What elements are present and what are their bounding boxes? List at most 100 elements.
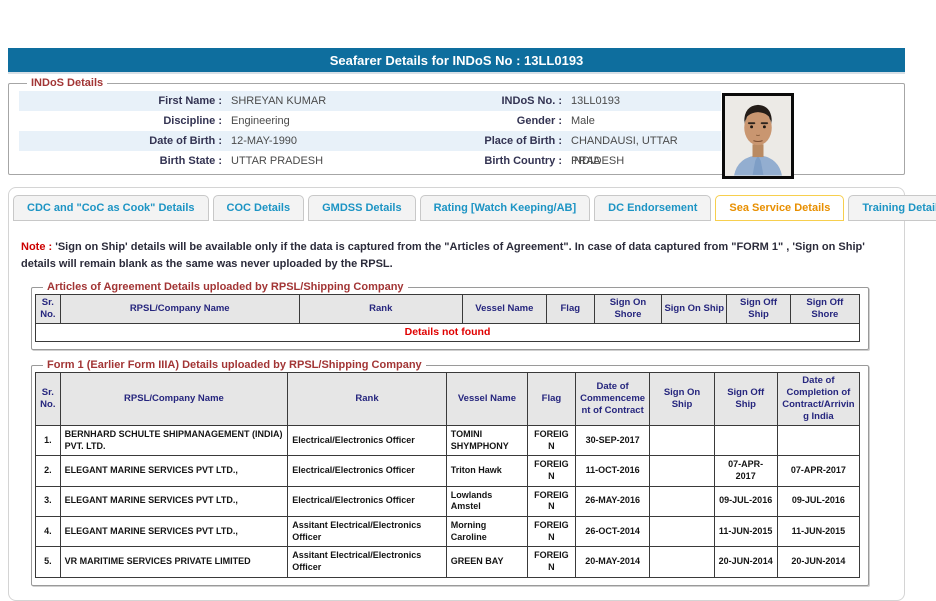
column-header: Date of Commencement of Contract (574, 372, 651, 426)
indos-details-section: INDoS Details First Name : SHREYAN KUMAR I… (8, 77, 905, 179)
aoa-header-row: Sr. No. RPSL/Company Name Rank Vessel Name F… (35, 294, 861, 324)
table-cell: Triton Hawk (445, 455, 529, 487)
details-row: Birth State : UTTAR PRADESH Birth Country … (19, 151, 721, 171)
note-text: Note : 'Sign on Ship' details will be av… (21, 239, 892, 272)
note-body: 'Sign on Ship' details will be available… (21, 241, 865, 270)
column-header: Vessel Name (461, 294, 547, 324)
table-cell: 20-JUN-2014 (713, 546, 778, 578)
table-cell: ELEGANT MARINE SERVICES PVT LTD., (59, 516, 289, 548)
tab-list: CDC and "CoC as Cook" Details COC Details… (9, 195, 936, 221)
form1-section: Form 1 (Earlier Form IIIA) Details uploa… (31, 359, 869, 586)
table-cell (649, 455, 715, 487)
detail-label: First Name : (158, 95, 222, 107)
detail-value: UTTAR PRADESH (231, 155, 324, 167)
column-header: Sign On Shore (593, 294, 663, 324)
table-cell: 1. (35, 424, 61, 457)
tab-rating-watch-keeping-ab[interactable]: Rating [Watch Keeping/AB] (419, 195, 591, 221)
table-cell (649, 516, 715, 548)
empty-message: Details not found (35, 322, 860, 343)
detail-label: Date of Birth : (149, 135, 222, 147)
note-prefix: Note : (21, 241, 53, 253)
column-header: RPSL/Company Name (59, 372, 289, 426)
tab-training-details[interactable]: Training Details (848, 195, 936, 221)
table-cell: 09-JUL-2016 (776, 485, 861, 518)
detail-label: Birth State : (159, 155, 222, 167)
table-row: 1. BERNHARD SCHULTE SHIPMANAGEMENT (INDIA… (35, 424, 861, 457)
detail-value: Male (571, 115, 595, 127)
table-row: 3. ELEGANT MARINE SERVICES PVT LTD., Elect… (35, 485, 861, 518)
table-cell: 20-MAY-2014 (574, 546, 651, 578)
indos-details-legend: INDoS Details (31, 77, 104, 89)
aoa-table: Sr. No. RPSL/Company Name Rank Vessel Name F… (35, 294, 861, 343)
table-cell: FOREIGN (527, 516, 576, 548)
table-cell: ELEGANT MARINE SERVICES PVT LTD., (59, 485, 289, 518)
table-cell: Morning Caroline (445, 516, 529, 548)
table-row: 4. ELEGANT MARINE SERVICES PVT LTD., Assit… (35, 516, 861, 548)
column-header: Sign Off Shore (789, 294, 861, 324)
table-cell: Assitant Electrical/Electronics Officer (287, 516, 447, 548)
table-row: 5. VR MARITIME SERVICES PRIVATE LIMITED As… (35, 546, 861, 578)
column-header: Rank (298, 294, 463, 324)
seafarer-photo-graphic (725, 96, 791, 176)
indos-details-rows: First Name : SHREYAN KUMAR INDoS No. : 13LL… (19, 91, 721, 171)
detail-value: CHANDAUSI, UTTAR PRADESH (571, 135, 678, 167)
table-cell: GREEN BAY (445, 546, 529, 578)
column-header: Date of Completion of Contract/Arriving … (776, 372, 861, 426)
table-cell: BERNHARD SCHULTE SHIPMANAGEMENT (INDIA) … (59, 424, 289, 457)
table-cell: FOREIGN (527, 485, 576, 518)
table-row: Details not found (35, 322, 860, 343)
articles-of-agreement-legend: Articles of Agreement Details uploaded b… (47, 281, 404, 293)
table-cell: 07-APR-2017 (713, 455, 778, 487)
column-header: Sr. No. (35, 372, 61, 426)
table-cell: Electrical/Electronics Officer (287, 485, 447, 518)
detail-label: INDoS No. : (501, 95, 563, 107)
detail-value: 12-MAY-1990 (231, 135, 298, 147)
detail-label: Birth Country : (484, 155, 562, 167)
column-header: Sign On Ship (661, 294, 728, 324)
column-header: Flag (545, 294, 595, 324)
tab-cdc-and-coc-as-cook-details[interactable]: CDC and "CoC as Cook" Details (13, 195, 209, 221)
tab-sea-service-details[interactable]: Sea Service Details (715, 195, 845, 221)
table-cell: 26-OCT-2014 (574, 516, 651, 548)
tab-coc-details[interactable]: COC Details (212, 195, 305, 221)
column-header: Sign On Ship (649, 372, 715, 426)
details-row: Discipline : Engineering Gender : Male (19, 111, 721, 131)
column-header: Rank (287, 372, 447, 426)
table-cell: Electrical/Electronics Officer (287, 455, 447, 487)
table-row: 2. ELEGANT MARINE SERVICES PVT LTD., Elect… (35, 455, 861, 487)
page: Seafarer Details for INDoS No : 13LL0193… (8, 48, 936, 601)
table-cell (649, 424, 715, 457)
table-cell (649, 546, 715, 578)
table-cell: 11-OCT-2016 (574, 455, 651, 487)
detail-value: SHREYAN KUMAR (231, 95, 327, 107)
table-cell (776, 424, 861, 457)
details-row: Date of Birth : 12-MAY-1990 Place of Birth… (19, 131, 721, 167)
tab-panel: CDC and "CoC as Cook" Details COC Details… (8, 187, 936, 601)
detail-value: INDIA (571, 155, 601, 167)
tab-gmdss-details[interactable]: GMDSS Details (308, 195, 416, 221)
details-row: First Name : SHREYAN KUMAR INDoS No. : 13LL… (19, 91, 721, 111)
tab-dc-endorsement[interactable]: DC Endorsement (594, 195, 712, 221)
column-header: Sign Off Ship (726, 294, 791, 324)
form1-legend: Form 1 (Earlier Form IIIA) Details uploa… (47, 359, 422, 372)
form1-table: Sr. No. RPSL/Company Name Rank Vessel Name F… (35, 372, 861, 578)
table-cell: Assitant Electrical/Electronics Officer (287, 546, 447, 578)
table-cell: 2. (35, 455, 61, 487)
table-cell (713, 424, 778, 457)
table-cell: Lowlands Amstel (445, 485, 529, 518)
table-cell: 07-APR-2017 (776, 455, 861, 487)
column-header: Sr. No. (35, 294, 61, 324)
table-cell: ELEGANT MARINE SERVICES PVT LTD., (59, 455, 289, 487)
table-cell: 30-SEP-2017 (574, 424, 651, 457)
table-cell: 20-JUN-2014 (776, 546, 861, 578)
table-cell: 11-JUN-2015 (776, 516, 861, 548)
detail-value: Engineering (231, 115, 290, 127)
column-header: Vessel Name (445, 372, 529, 426)
table-cell: Electrical/Electronics Officer (287, 424, 447, 457)
form1-header-row: Sr. No. RPSL/Company Name Rank Vessel Name F… (35, 372, 861, 426)
seafarer-photo (722, 93, 794, 179)
column-header: Sign Off Ship (713, 372, 778, 426)
detail-label: Gender : (516, 115, 562, 127)
detail-value: 13LL0193 (571, 95, 620, 107)
table-cell: 26-MAY-2016 (574, 485, 651, 518)
